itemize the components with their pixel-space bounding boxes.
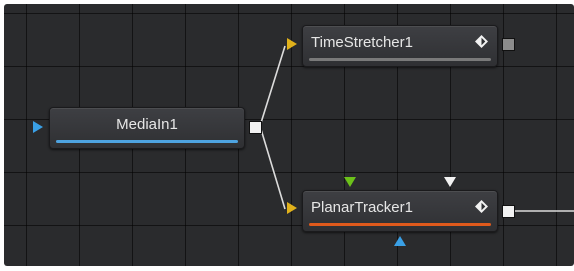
mediain-input-port[interactable] xyxy=(33,121,43,133)
planartracker-background-input[interactable] xyxy=(287,202,297,214)
link-mediain-to-timestretcher xyxy=(259,45,286,127)
timestretcher-output-port[interactable] xyxy=(502,38,515,51)
planartracker-foreground-input[interactable] xyxy=(394,236,406,246)
planartracker-output-port[interactable] xyxy=(502,205,515,218)
link-mediain-to-planartracker xyxy=(259,125,286,210)
node-color-bar xyxy=(56,140,238,143)
node-label: PlanarTracker1 xyxy=(311,199,413,216)
node-editor-canvas[interactable]: MediaIn1 TimeStretcher1 PlanarTracker1 xyxy=(4,4,574,266)
planartracker-occlusion-mask-input[interactable] xyxy=(444,177,456,187)
node-label: MediaIn1 xyxy=(116,116,178,133)
keyframe-diamond-icon[interactable] xyxy=(475,200,488,213)
node-timestretcher1[interactable]: TimeStretcher1 xyxy=(302,25,498,67)
mediain-output-port[interactable] xyxy=(249,121,262,134)
node-label: TimeStretcher1 xyxy=(311,34,413,51)
node-planartracker1[interactable]: PlanarTracker1 xyxy=(302,190,498,232)
keyframe-diamond-icon[interactable] xyxy=(475,35,488,48)
node-color-bar xyxy=(309,223,491,226)
node-mediain1[interactable]: MediaIn1 xyxy=(49,107,245,149)
timestretcher-input-port[interactable] xyxy=(287,38,297,50)
planartracker-effect-mask-input[interactable] xyxy=(344,177,356,187)
node-color-bar xyxy=(309,58,491,61)
